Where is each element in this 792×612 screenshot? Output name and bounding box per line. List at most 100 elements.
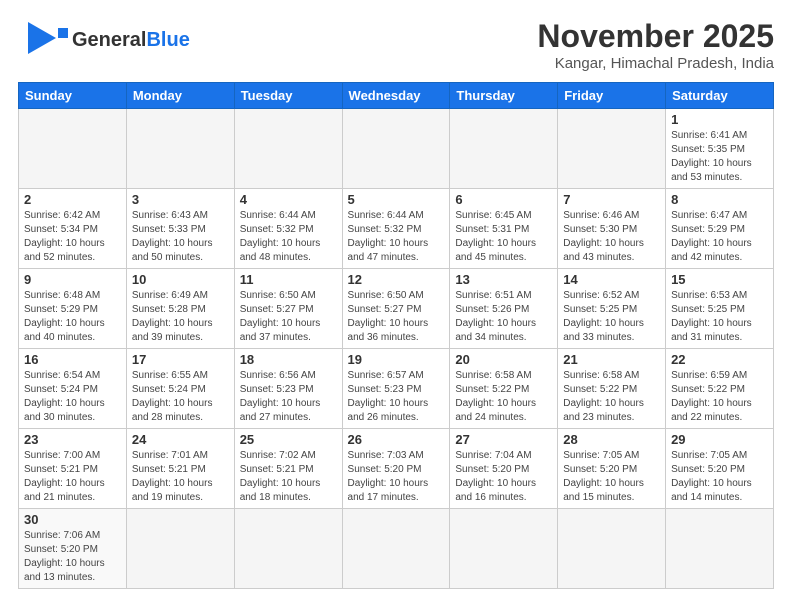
day-info: Sunrise: 6:44 AMSunset: 5:32 PMDaylight:…: [240, 209, 337, 265]
day-info: Sunrise: 6:43 AMSunset: 5:33 PMDaylight:…: [132, 209, 229, 265]
day-cell: 25 Sunrise: 7:02 AMSunset: 5:21 PMDayligh…: [234, 429, 342, 509]
day-cell: 29Sunrise: 7:05 AMSunset: 5:20 PMDayligh…: [666, 429, 774, 509]
day-info: Sunrise: 6:57 AMSunset: 5:23 PMDaylight:…: [348, 369, 445, 425]
calendar-table: SundayMondayTuesdayWednesdayThursdayFrid…: [18, 82, 774, 589]
logo: GeneralBlue: [18, 18, 190, 62]
day-number: 12: [348, 272, 445, 287]
header: GeneralBlue November 2025 Kangar, Himach…: [18, 18, 774, 72]
day-cell: [450, 509, 558, 589]
day-number: 6: [455, 192, 552, 207]
weekday-header-thursday: Thursday: [450, 83, 558, 109]
day-cell: [666, 509, 774, 589]
day-cell: 23 Sunrise: 7:00 AMSunset: 5:21 PMDayligh…: [19, 429, 127, 509]
day-cell: 1 Sunrise: 6:41 AMSunset: 5:35 PMDaylight…: [666, 109, 774, 189]
day-info: Sunrise: 6:42 AMSunset: 5:34 PMDaylight:…: [24, 209, 121, 265]
day-cell: 17Sunrise: 6:55 AMSunset: 5:24 PMDayligh…: [126, 349, 234, 429]
day-cell: 12Sunrise: 6:50 AMSunset: 5:27 PMDayligh…: [342, 269, 450, 349]
day-cell: [558, 109, 666, 189]
day-cell: 14 Sunrise: 6:52 AMSunset: 5:25 PMDayligh…: [558, 269, 666, 349]
week-row-5: 23 Sunrise: 7:00 AMSunset: 5:21 PMDayligh…: [19, 429, 774, 509]
day-cell: 27 Sunrise: 7:04 AMSunset: 5:20 PMDayligh…: [450, 429, 558, 509]
day-info: Sunrise: 7:00 AMSunset: 5:21 PMDaylight:…: [24, 449, 121, 505]
day-number: 1: [671, 112, 768, 127]
page: GeneralBlue November 2025 Kangar, Himach…: [0, 0, 792, 599]
day-cell: 10 Sunrise: 6:49 AMSunset: 5:28 PMDayligh…: [126, 269, 234, 349]
day-cell: 26 Sunrise: 7:03 AMSunset: 5:20 PMDayligh…: [342, 429, 450, 509]
day-info: Sunrise: 6:48 AMSunset: 5:29 PMDaylight:…: [24, 289, 121, 345]
day-cell: 21 Sunrise: 6:58 AMSunset: 5:22 PMDayligh…: [558, 349, 666, 429]
day-cell: 4 Sunrise: 6:44 AMSunset: 5:32 PMDaylight…: [234, 189, 342, 269]
day-cell: 6Sunrise: 6:45 AMSunset: 5:31 PMDaylight…: [450, 189, 558, 269]
day-number: 18: [240, 352, 337, 367]
day-number: 23: [24, 432, 121, 447]
day-number: 4: [240, 192, 337, 207]
day-number: 25: [240, 432, 337, 447]
day-cell: 15Sunrise: 6:53 AMSunset: 5:25 PMDayligh…: [666, 269, 774, 349]
day-info: Sunrise: 6:49 AMSunset: 5:28 PMDaylight:…: [132, 289, 229, 345]
day-cell: 7Sunrise: 6:46 AMSunset: 5:30 PMDaylight…: [558, 189, 666, 269]
day-info: Sunrise: 7:01 AMSunset: 5:21 PMDaylight:…: [132, 449, 229, 505]
day-cell: 3 Sunrise: 6:43 AMSunset: 5:33 PMDaylight…: [126, 189, 234, 269]
day-number: 22: [671, 352, 768, 367]
logo-blue: Blue: [146, 29, 189, 51]
day-info: Sunrise: 7:02 AMSunset: 5:21 PMDaylight:…: [240, 449, 337, 505]
day-info: Sunrise: 6:59 AMSunset: 5:22 PMDaylight:…: [671, 369, 768, 425]
logo-text: GeneralBlue: [72, 29, 190, 51]
day-cell: 24 Sunrise: 7:01 AMSunset: 5:21 PMDayligh…: [126, 429, 234, 509]
day-number: 28: [563, 432, 660, 447]
weekday-header-sunday: Sunday: [19, 83, 127, 109]
day-info: Sunrise: 7:06 AMSunset: 5:20 PMDaylight:…: [24, 529, 121, 585]
day-number: 20: [455, 352, 552, 367]
week-row-1: 1 Sunrise: 6:41 AMSunset: 5:35 PMDaylight…: [19, 109, 774, 189]
logo-icon: [18, 18, 72, 62]
weekday-header-wednesday: Wednesday: [342, 83, 450, 109]
day-number: 8: [671, 192, 768, 207]
day-info: Sunrise: 6:58 AMSunset: 5:22 PMDaylight:…: [563, 369, 660, 425]
day-number: 21: [563, 352, 660, 367]
day-cell: 13Sunrise: 6:51 AMSunset: 5:26 PMDayligh…: [450, 269, 558, 349]
week-row-2: 2 Sunrise: 6:42 AMSunset: 5:34 PMDaylight…: [19, 189, 774, 269]
day-cell: [126, 109, 234, 189]
day-number: 29: [671, 432, 768, 447]
day-cell: 8 Sunrise: 6:47 AMSunset: 5:29 PMDaylight…: [666, 189, 774, 269]
day-info: Sunrise: 6:41 AMSunset: 5:35 PMDaylight:…: [671, 129, 768, 185]
day-cell: 5 Sunrise: 6:44 AMSunset: 5:32 PMDaylight…: [342, 189, 450, 269]
day-cell: [558, 509, 666, 589]
day-info: Sunrise: 6:51 AMSunset: 5:26 PMDaylight:…: [455, 289, 552, 345]
day-number: 3: [132, 192, 229, 207]
day-info: Sunrise: 6:47 AMSunset: 5:29 PMDaylight:…: [671, 209, 768, 265]
day-cell: 28Sunrise: 7:05 AMSunset: 5:20 PMDayligh…: [558, 429, 666, 509]
day-number: 16: [24, 352, 121, 367]
day-info: Sunrise: 6:54 AMSunset: 5:24 PMDaylight:…: [24, 369, 121, 425]
day-number: 24: [132, 432, 229, 447]
day-cell: [450, 109, 558, 189]
week-row-3: 9Sunrise: 6:48 AMSunset: 5:29 PMDaylight…: [19, 269, 774, 349]
day-info: Sunrise: 6:44 AMSunset: 5:32 PMDaylight:…: [348, 209, 445, 265]
day-number: 27: [455, 432, 552, 447]
day-info: Sunrise: 7:04 AMSunset: 5:20 PMDaylight:…: [455, 449, 552, 505]
month-year-title: November 2025: [537, 18, 774, 55]
location-subtitle: Kangar, Himachal Pradesh, India: [537, 55, 774, 72]
day-number: 30: [24, 512, 121, 527]
day-cell: [234, 509, 342, 589]
day-cell: [234, 109, 342, 189]
day-number: 17: [132, 352, 229, 367]
day-cell: 18Sunrise: 6:56 AMSunset: 5:23 PMDayligh…: [234, 349, 342, 429]
week-row-6: 30 Sunrise: 7:06 AMSunset: 5:20 PMDayligh…: [19, 509, 774, 589]
day-cell: 22 Sunrise: 6:59 AMSunset: 5:22 PMDayligh…: [666, 349, 774, 429]
day-number: 10: [132, 272, 229, 287]
weekday-header-saturday: Saturday: [666, 83, 774, 109]
weekday-header-tuesday: Tuesday: [234, 83, 342, 109]
day-number: 2: [24, 192, 121, 207]
day-number: 26: [348, 432, 445, 447]
weekday-header-friday: Friday: [558, 83, 666, 109]
day-cell: 19Sunrise: 6:57 AMSunset: 5:23 PMDayligh…: [342, 349, 450, 429]
day-cell: 20Sunrise: 6:58 AMSunset: 5:22 PMDayligh…: [450, 349, 558, 429]
logo-general: General: [72, 29, 146, 51]
day-info: Sunrise: 7:03 AMSunset: 5:20 PMDaylight:…: [348, 449, 445, 505]
day-number: 15: [671, 272, 768, 287]
day-info: Sunrise: 6:52 AMSunset: 5:25 PMDaylight:…: [563, 289, 660, 345]
day-number: 14: [563, 272, 660, 287]
day-cell: 9Sunrise: 6:48 AMSunset: 5:29 PMDaylight…: [19, 269, 127, 349]
day-number: 5: [348, 192, 445, 207]
